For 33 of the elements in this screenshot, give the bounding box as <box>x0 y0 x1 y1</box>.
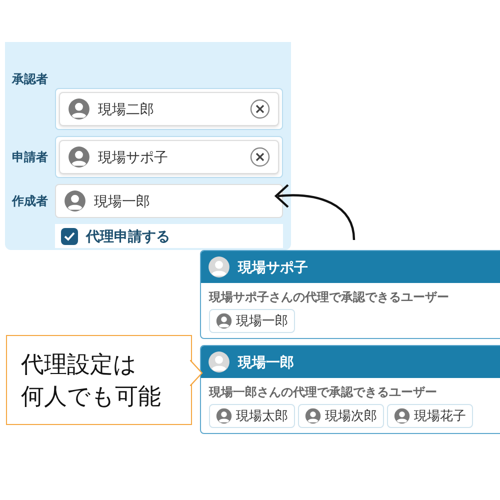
user-name: 現場二郎 <box>98 100 155 118</box>
card-title: 現場一郎 <box>238 352 294 372</box>
user-name: 現場次郎 <box>325 407 377 426</box>
user-name: 現場一郎 <box>236 312 288 330</box>
field-label: 承認者 <box>10 71 48 88</box>
card-title: 現場サポ子 <box>238 258 308 276</box>
field-label: 作成者 <box>10 193 48 210</box>
user-icon <box>68 98 90 120</box>
callout-text: 代理設定は <box>21 350 138 379</box>
user-field[interactable]: 現場サポ子 <box>59 140 279 174</box>
user-icon <box>208 256 230 278</box>
card-description: 現場サポ子さんの代理で承認できるユーザー <box>209 289 450 306</box>
check-icon <box>63 230 76 242</box>
user-name: 現場花子 <box>414 407 466 426</box>
user-field[interactable]: 現場二郎 <box>59 92 279 126</box>
clear-icon[interactable] <box>250 147 270 167</box>
user-icon <box>305 408 321 424</box>
field-label: 申請者 <box>11 149 48 166</box>
user-icon <box>216 313 232 329</box>
card-description: 現場一郎さんの代理で承認できるユーザー <box>209 384 438 401</box>
callout-text: 何人でも可能 <box>21 382 162 411</box>
user-icon <box>394 408 410 424</box>
user-icon <box>208 351 230 373</box>
user-field[interactable]: 現場一郎 <box>55 184 283 218</box>
user-name: 現場サポ子 <box>98 148 169 166</box>
checkbox[interactable] <box>61 228 78 244</box>
user-icon <box>216 408 232 424</box>
clear-icon[interactable] <box>250 99 270 119</box>
user-name: 現場太郎 <box>236 407 288 426</box>
proxy-checkbox[interactable]: 代理申請する <box>55 224 283 248</box>
user-icon <box>64 190 86 212</box>
user-name: 現場一郎 <box>94 192 151 210</box>
user-icon <box>68 146 90 168</box>
